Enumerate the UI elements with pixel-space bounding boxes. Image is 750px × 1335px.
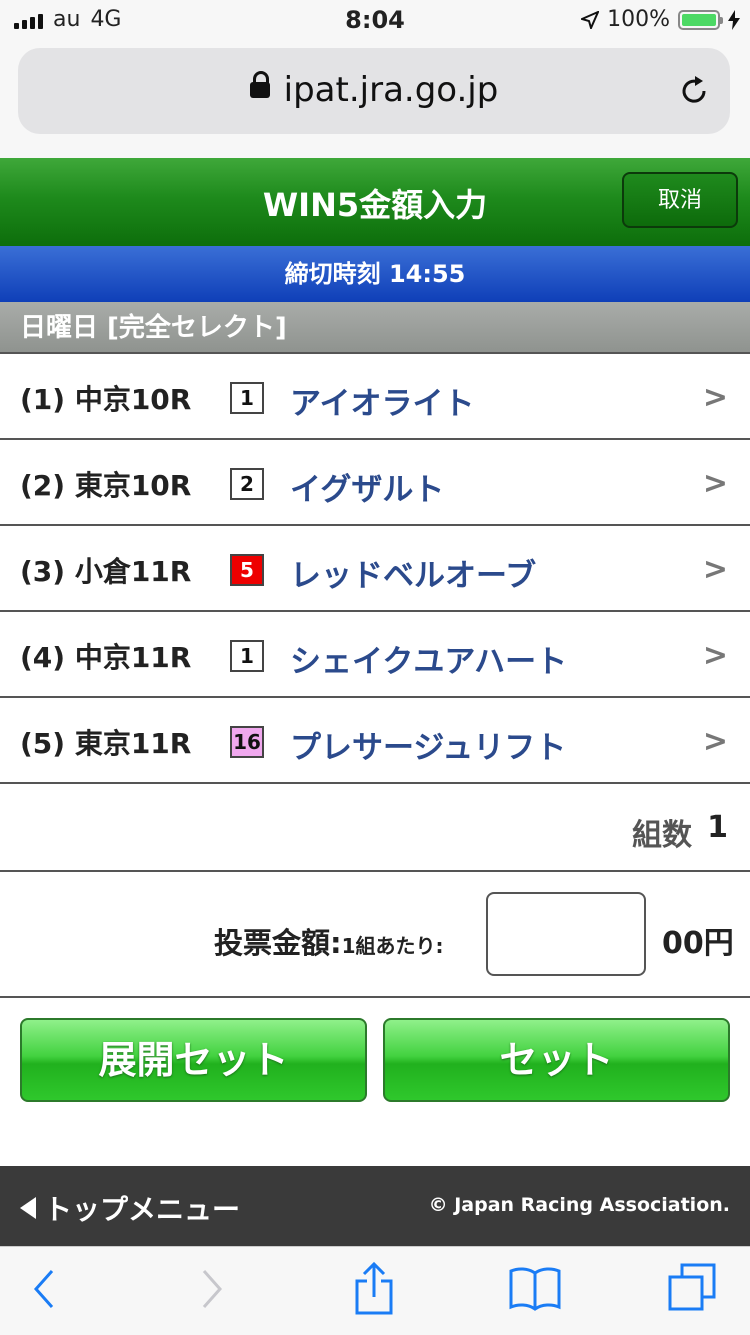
race-label: (2) 東京10R: [20, 469, 192, 502]
forward-icon[interactable]: [198, 1267, 226, 1311]
url-display: ipat.jra.go.jp: [18, 70, 730, 110]
chevron-right-icon: >: [702, 638, 728, 673]
cancel-button[interactable]: 取消: [622, 172, 738, 228]
bookmarks-icon[interactable]: [508, 1265, 562, 1311]
share-icon[interactable]: [352, 1261, 396, 1317]
race-label: (4) 中京11R: [20, 641, 192, 674]
race-label: (5) 東京11R: [20, 727, 192, 760]
battery-icon: [678, 9, 723, 30]
set-button[interactable]: セット: [383, 1018, 730, 1102]
bet-amount-main-label: 投票金額:: [214, 926, 342, 960]
race-row[interactable]: (5) 東京11R 16 プレサージュリフト >: [0, 698, 750, 784]
combination-count-value: 1: [707, 810, 728, 845]
horse-name: シェイクユアハート: [290, 644, 568, 680]
horse-number: 16: [230, 726, 264, 758]
lock-icon: [249, 70, 270, 98]
deadline-bar: 締切時刻 14:55: [0, 246, 750, 302]
copyright: © Japan Racing Association.: [428, 1194, 730, 1216]
tabs-icon[interactable]: [668, 1263, 718, 1313]
triangle-left-icon: [20, 1197, 36, 1219]
horse-name: レッドベルオーブ: [290, 558, 537, 594]
horse-name: プレサージュリフト: [290, 730, 567, 766]
top-menu-link[interactable]: トップメニュー: [20, 1188, 240, 1228]
url-text: ipat.jra.go.jp: [283, 70, 499, 110]
bet-amount-row: 投票金額:1組あたり: 00円: [0, 872, 750, 998]
race-label: (1) 中京10R: [20, 383, 192, 416]
location-icon: [581, 10, 600, 29]
bet-amount-input[interactable]: [486, 892, 646, 976]
expand-set-button[interactable]: 展開セット: [20, 1018, 367, 1102]
charging-icon: [728, 9, 740, 30]
horse-number: 2: [230, 468, 264, 500]
back-icon[interactable]: [30, 1267, 58, 1311]
combination-count-row: 組数 1: [0, 786, 750, 872]
race-row[interactable]: (1) 中京10R 1 アイオライト >: [0, 354, 750, 440]
address-bar[interactable]: ipat.jra.go.jp: [18, 48, 730, 134]
race-label: (3) 小倉11R: [20, 555, 192, 588]
bet-amount-unit: 00円: [662, 926, 734, 961]
browser-toolbar: [0, 1246, 750, 1335]
horse-number: 5: [230, 554, 264, 586]
status-right: 100%: [581, 7, 740, 32]
horse-number: 1: [230, 382, 264, 414]
horse-number: 1: [230, 640, 264, 672]
footer: トップメニュー © Japan Racing Association.: [0, 1166, 750, 1246]
bet-amount-label: 投票金額:1組あたり:: [214, 920, 444, 962]
chevron-right-icon: >: [702, 724, 728, 759]
top-menu-label: トップメニュー: [44, 1193, 241, 1226]
chevron-right-icon: >: [702, 380, 728, 415]
horse-name: アイオライト: [290, 386, 475, 422]
browser-chrome: ipat.jra.go.jp: [0, 40, 750, 158]
combination-count-label: 組数: [632, 818, 692, 853]
race-row[interactable]: (4) 中京11R 1 シェイクユアハート >: [0, 612, 750, 698]
chevron-right-icon: >: [702, 552, 728, 587]
chevron-right-icon: >: [702, 466, 728, 501]
race-list: (1) 中京10R 1 アイオライト > (2) 東京10R 2 イグザルト >…: [0, 354, 750, 784]
race-row[interactable]: (2) 東京10R 2 イグザルト >: [0, 440, 750, 526]
section-header: 日曜日 [完全セレクト]: [0, 302, 750, 354]
page-header: WIN5金額入力 取消: [0, 158, 750, 246]
battery-percent: 100%: [607, 7, 670, 32]
race-row[interactable]: (3) 小倉11R 5 レッドベルオーブ >: [0, 526, 750, 612]
status-bar: au 4G 8:04 100%: [0, 0, 750, 40]
reload-icon[interactable]: [676, 73, 712, 109]
per-combination-label: 1組あたり:: [341, 934, 444, 958]
horse-name: イグザルト: [290, 472, 445, 508]
